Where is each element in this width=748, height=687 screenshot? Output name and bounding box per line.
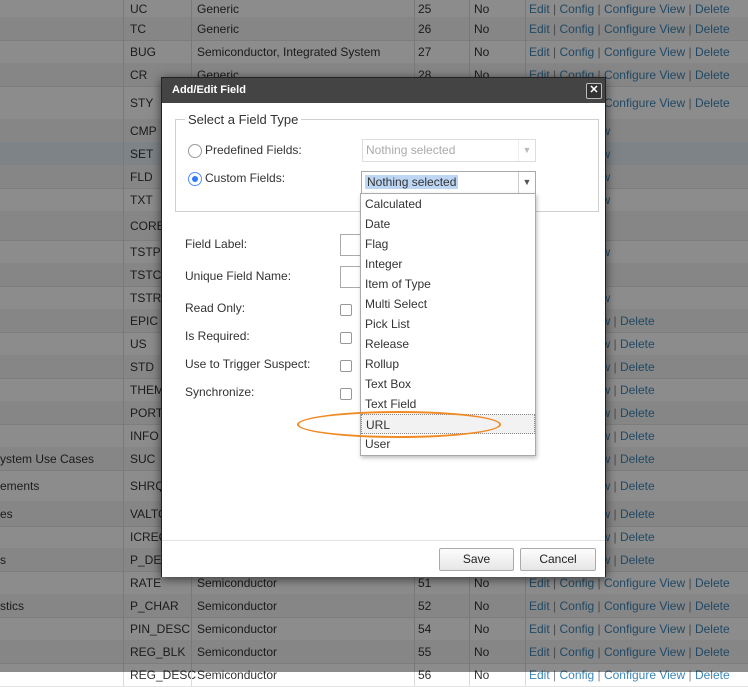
unique-field-name-label: Unique Field Name: [185, 269, 292, 283]
custom-fields-value: Nothing selected [365, 175, 459, 189]
synchronize-label: Synchronize: [185, 385, 255, 399]
dialog-title: Add/Edit Field [172, 84, 246, 96]
custom-fields-value-wrap: Nothing selected [365, 175, 459, 189]
dropdown-option-release[interactable]: Release [361, 334, 535, 354]
custom-fields-select[interactable]: Nothing selected ▼ [361, 171, 536, 195]
field-label-label: Field Label: [185, 237, 248, 251]
predefined-fields-radio[interactable] [188, 144, 202, 158]
chevron-down-icon: ▼ [518, 172, 535, 194]
is-required-label: Is Required: [185, 329, 250, 343]
dropdown-option-url[interactable]: URL [361, 414, 535, 434]
dropdown-option-text-field[interactable]: Text Field [361, 394, 535, 414]
dropdown-option-date[interactable]: Date [361, 214, 535, 234]
is-required-checkbox[interactable] [340, 332, 352, 344]
dropdown-option-calculated[interactable]: Calculated [361, 194, 535, 214]
dropdown-option-multi-select[interactable]: Multi Select [361, 294, 535, 314]
synchronize-checkbox[interactable] [340, 388, 352, 400]
cancel-button[interactable]: Cancel [520, 548, 596, 571]
dropdown-option-integer[interactable]: Integer [361, 254, 535, 274]
predefined-fields-value: Nothing selected [366, 143, 456, 157]
dropdown-option-pick-list[interactable]: Pick List [361, 314, 535, 334]
dropdown-option-rollup[interactable]: Rollup [361, 354, 535, 374]
save-button[interactable]: Save [439, 548, 514, 571]
dialog-footer: Save Cancel [162, 540, 605, 577]
read-only-label: Read Only: [185, 301, 246, 315]
dropdown-option-user[interactable]: User [361, 434, 535, 454]
custom-fields-radio[interactable] [188, 172, 202, 186]
dialog-header: Add/Edit Field ✕ [162, 78, 605, 103]
chevron-down-icon: ▼ [518, 140, 535, 161]
trigger-suspect-label: Use to Trigger Suspect: [185, 357, 311, 371]
predefined-fields-label: Predefined Fields: [205, 143, 302, 157]
dropdown-option-flag[interactable]: Flag [361, 234, 535, 254]
trigger-suspect-checkbox[interactable] [340, 360, 352, 372]
dropdown-option-text-box[interactable]: Text Box [361, 374, 535, 394]
custom-fields-dropdown-list: Calculated Date Flag Integer Item of Type Mul… [360, 193, 536, 456]
close-icon[interactable]: ✕ [586, 83, 602, 99]
custom-fields-label: Custom Fields: [205, 171, 286, 185]
read-only-checkbox[interactable] [340, 304, 352, 316]
dropdown-option-item-of-type[interactable]: Item of Type [361, 274, 535, 294]
fieldset-legend: Select a Field Type [185, 112, 302, 127]
predefined-fields-select[interactable]: Nothing selected ▼ [362, 139, 536, 162]
